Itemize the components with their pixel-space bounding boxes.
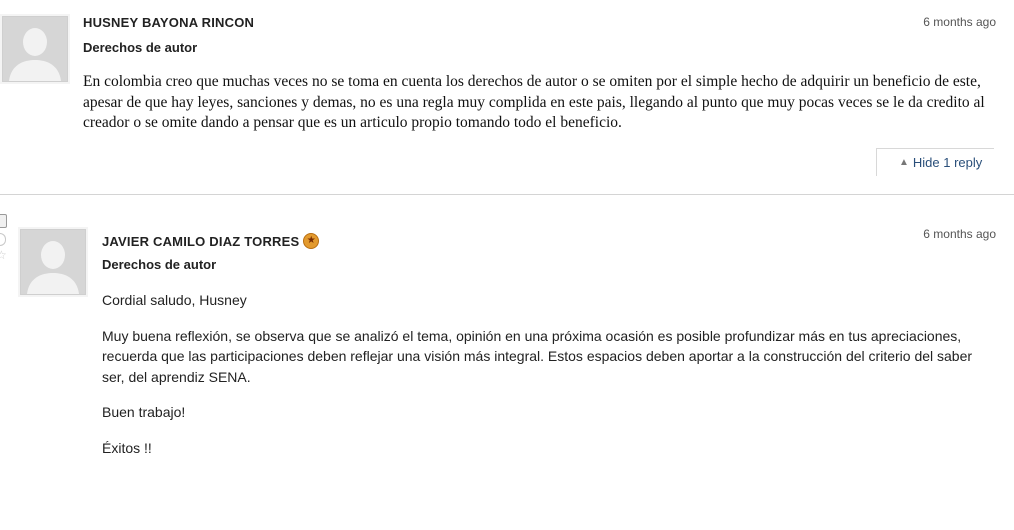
comment-author[interactable]: JAVIER CAMILO DIAZ TORRES	[102, 233, 320, 249]
comment-author[interactable]: HUSNEY BAYONA RINCON	[83, 15, 254, 30]
star-icon[interactable]: ☆	[0, 248, 7, 262]
comment-timestamp: 6 months ago	[923, 227, 996, 241]
avatar	[20, 229, 86, 295]
comment-subject: Derechos de autor	[83, 40, 198, 55]
avatar	[2, 16, 68, 82]
radio-control[interactable]	[0, 233, 6, 246]
comment-divider	[0, 194, 1014, 195]
comment-paragraph: Éxitos !!	[102, 439, 152, 456]
comment-paragraph: Cordial saludo, Husney	[102, 292, 247, 308]
comment-paragraph: Muy buena reflexión, se observa que se a…	[102, 327, 973, 385]
comment-author-name: JAVIER CAMILO DIAZ TORRES	[102, 234, 300, 249]
comment-body: En colombia creo que muchas veces no se …	[83, 72, 998, 134]
instructor-badge-icon	[303, 233, 320, 249]
comment-paragraph: Buen trabajo!	[102, 404, 186, 420]
hide-replies-label: Hide 1 reply	[912, 155, 983, 170]
comment-subject: Derechos de autor	[102, 257, 217, 272]
default-user-icon	[3, 17, 67, 81]
checkbox-control[interactable]	[0, 214, 7, 228]
hide-replies-button[interactable]: ▲ Hide 1 reply	[876, 148, 994, 176]
caret-up-icon: ▲	[899, 157, 909, 168]
comment-paragraph: En colombia creo que muchas veces no se …	[83, 73, 985, 131]
default-user-icon	[21, 230, 85, 294]
comment-timestamp: 6 months ago	[923, 15, 996, 29]
comment-body: Cordial saludo, Husney Muy buena reflexi…	[102, 290, 997, 458]
